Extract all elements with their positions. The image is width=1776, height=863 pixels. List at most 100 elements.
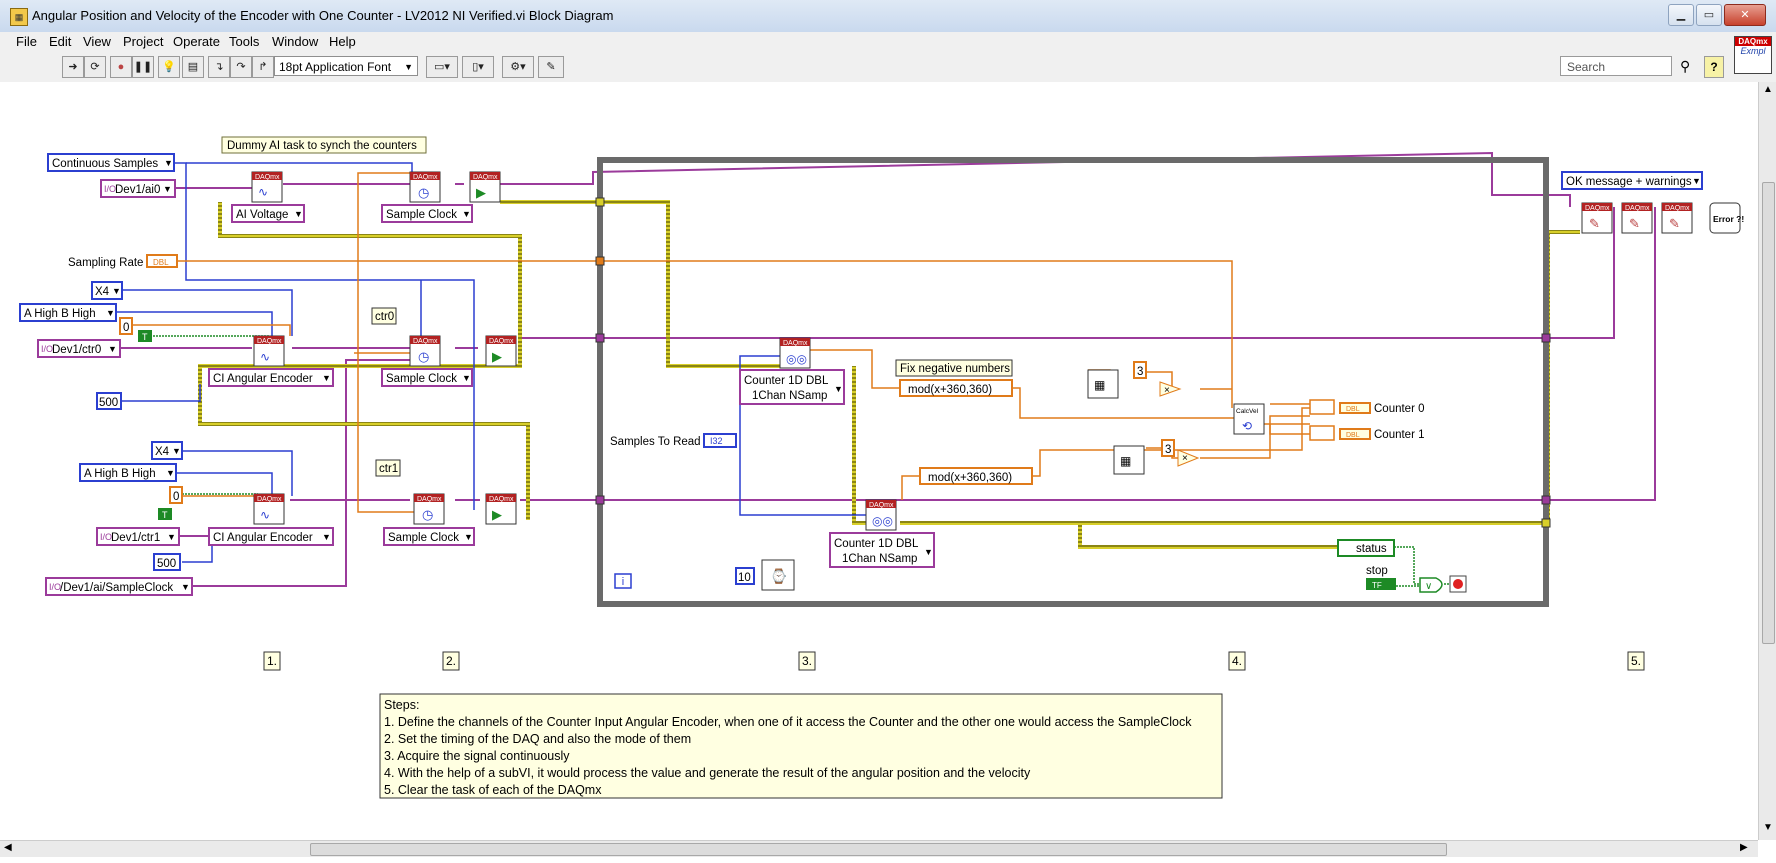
reorder-icon[interactable]: ⚙▾ — [502, 56, 534, 78]
daqmx-header-text: DAQmx — [413, 174, 438, 181]
step-marker-1-text: 1. — [267, 654, 277, 668]
build-array-node-2 — [1309, 425, 1335, 441]
sampling-rate-label: Sampling Rate — [68, 257, 143, 269]
sample-clock-text-2: Sample Clock — [386, 373, 457, 385]
ahbh-text-2: A High B High — [84, 468, 156, 480]
minimize-button[interactable]: ▁ — [1668, 4, 1694, 26]
dbl-badge: DBL — [1346, 406, 1360, 413]
menu-help[interactable]: Help — [329, 34, 356, 49]
ahbh-text-1: A High B High — [24, 308, 96, 320]
chevron-down-icon: ▼ — [172, 446, 181, 456]
maximize-button[interactable]: ▭ — [1696, 4, 1722, 26]
horizontal-scrollbar[interactable]: ◀ ▶ — [0, 840, 1758, 857]
daqmx-header-text: DAQmx — [1625, 205, 1650, 212]
menu-file[interactable]: File — [16, 34, 37, 49]
zero-text-2: 0 — [173, 491, 179, 503]
sample-clock-text-1: Sample Clock — [386, 209, 457, 221]
daqmx-header-text: DAQmx — [417, 496, 442, 503]
three-text-2: 3 — [1165, 444, 1171, 456]
distribute-objects-icon[interactable]: ▯▾ — [462, 56, 494, 78]
menu-view[interactable]: View — [83, 34, 111, 49]
block-diagram[interactable]: i Dummy AI task to synch the counters Co… — [0, 82, 1776, 840]
help-button[interactable]: ? — [1704, 56, 1724, 78]
x4-text-2: X4 — [155, 446, 170, 458]
search-icon[interactable]: ⚲ — [1680, 58, 1690, 75]
retain-wire-values-icon[interactable]: ▤ — [182, 56, 204, 78]
counter-read-2-line2: 1Chan NSamp — [842, 553, 917, 565]
chevron-down-icon: ▼ — [322, 373, 331, 383]
menu-window[interactable]: Window — [272, 34, 318, 49]
multiply-node-2[interactable] — [1177, 449, 1200, 467]
stop-label: stop — [1366, 565, 1388, 577]
error-tunnel — [595, 197, 605, 207]
scroll-up-icon[interactable]: ▲ — [1763, 84, 1773, 95]
clock-icon: ◷ — [418, 185, 429, 200]
dbl-badge: DBL — [153, 258, 169, 267]
play-icon: ▶ — [476, 185, 486, 200]
menu-bar: File Edit View Project Operate Tools Win… — [0, 32, 1776, 52]
steps-line-5: 5. Clear the task of each of the DAQmx — [384, 783, 602, 797]
error-tunnel-out — [1541, 518, 1551, 528]
stop-condition-icon — [1453, 579, 1463, 589]
scroll-right-icon[interactable]: ▶ — [1740, 842, 1748, 853]
chevron-down-icon: ▼ — [166, 468, 175, 478]
true-text-2: T — [162, 510, 168, 520]
run-arrow-icon[interactable]: ➜ — [62, 56, 84, 78]
dbl-badge: DBL — [1346, 432, 1360, 439]
counter-read-1-line2: 1Chan NSamp — [752, 390, 827, 402]
ai-voltage-text: AI Voltage — [236, 209, 288, 221]
chevron-down-icon: ▼ — [462, 373, 471, 383]
x4-text-1: X4 — [95, 286, 110, 298]
calcvel-icon: ⟲ — [1242, 419, 1252, 433]
counter0-label: Counter 0 — [1374, 403, 1425, 415]
read-glasses-icon: ◎◎ — [786, 352, 807, 366]
eraser-icon: ✎ — [1669, 216, 1680, 231]
horizontal-scroll-thumb[interactable] — [310, 843, 1447, 856]
vertical-scrollbar[interactable]: ▲ ▼ — [1758, 82, 1776, 840]
build-array-node-1 — [1309, 399, 1335, 415]
pause-icon[interactable]: ❚❚ — [132, 56, 154, 78]
vertical-scroll-thumb[interactable] — [1762, 182, 1775, 644]
menu-edit[interactable]: Edit — [49, 34, 71, 49]
menu-project[interactable]: Project — [123, 34, 163, 49]
true-text-1: T — [142, 332, 148, 342]
menu-operate[interactable]: Operate — [173, 34, 220, 49]
search-input[interactable]: Search — [1560, 56, 1672, 76]
font-select-value: 18pt Application Font — [279, 60, 392, 74]
ctr1-text: Dev1/ctr1 — [111, 532, 160, 544]
ci-angular-text-2: CI Angular Encoder — [213, 532, 313, 544]
align-objects-icon[interactable]: ▭▾ — [426, 56, 458, 78]
continuous-samples-text: Continuous Samples — [52, 158, 158, 170]
multiply-icon: × — [1182, 453, 1188, 464]
cleanup-diagram-icon[interactable]: ✎ — [538, 56, 564, 78]
step-over-icon[interactable]: ↷ — [230, 56, 252, 78]
vi-icon-body: Exmpl — [1740, 46, 1766, 56]
highlight-execution-icon[interactable]: 💡 — [158, 56, 180, 78]
create-channel-icon: ∿ — [260, 350, 270, 364]
abort-icon[interactable]: ● — [110, 56, 132, 78]
scroll-left-icon[interactable]: ◀ — [4, 842, 12, 853]
close-button[interactable]: ✕ — [1724, 4, 1766, 26]
steps-line-2: 2. Set the timing of the DAQ and also th… — [384, 732, 691, 746]
run-continuously-icon[interactable]: ⟳ — [84, 56, 106, 78]
daqmx-header-text: DAQmx — [869, 502, 894, 509]
chevron-down-icon: ▼ — [924, 547, 933, 557]
error-handler-text: Error ?! — [1713, 214, 1744, 224]
five-hundred-text-2: 500 — [157, 558, 176, 570]
multiply-node-1[interactable] — [1159, 381, 1182, 397]
step-markers: 1. 2. 3. 4. 5. — [263, 651, 1645, 671]
wait-ms-text: 10 — [738, 572, 751, 584]
step-marker-3-text: 3. — [802, 654, 812, 668]
steps-line-3: 3. Acquire the signal continuously — [384, 749, 570, 763]
scroll-down-icon[interactable]: ▼ — [1763, 822, 1773, 833]
ok-message-text: OK message + warnings — [1566, 176, 1692, 188]
font-select[interactable]: 18pt Application Font ▼ — [274, 56, 418, 76]
ctr0-text: Dev1/ctr0 — [52, 344, 101, 356]
clock-icon: ◷ — [422, 507, 433, 522]
chevron-down-icon: ▼ — [322, 532, 331, 542]
menu-tools[interactable]: Tools — [229, 34, 259, 49]
step-out-icon[interactable]: ↱ — [252, 56, 274, 78]
step-into-icon[interactable]: ↴ — [208, 56, 230, 78]
task-tunnel-out-2 — [1541, 495, 1551, 505]
task-tunnel-1 — [595, 333, 605, 343]
